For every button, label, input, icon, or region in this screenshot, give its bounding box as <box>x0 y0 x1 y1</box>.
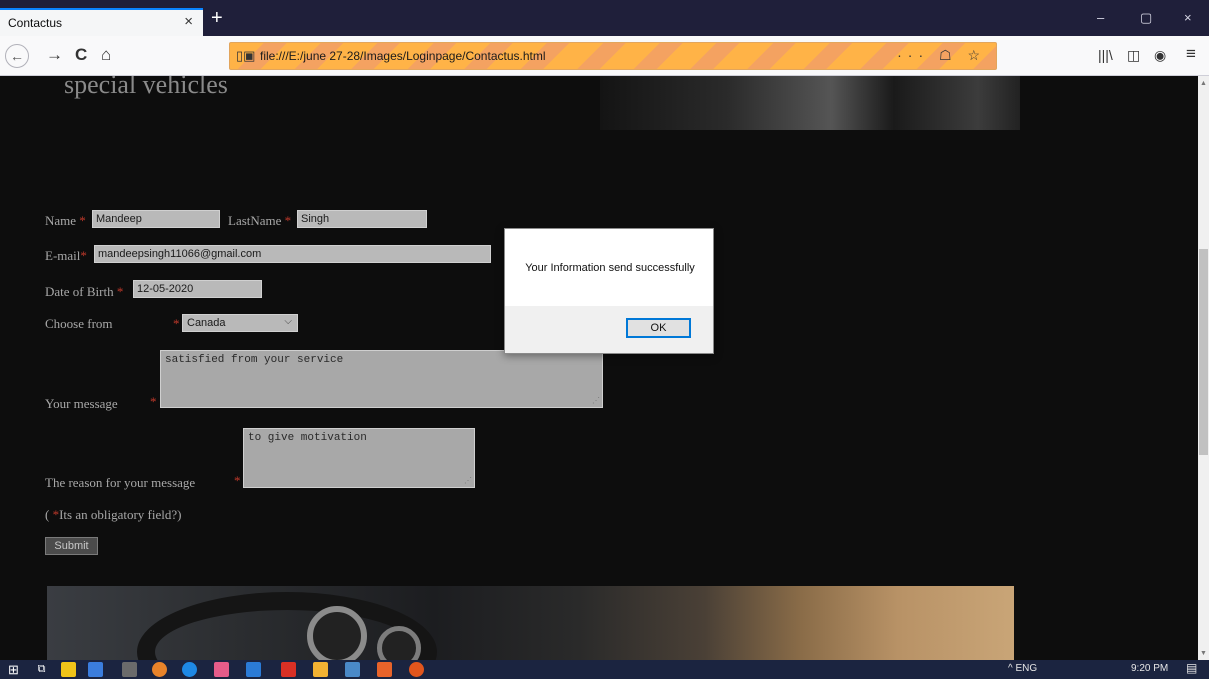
country-value: Canada <box>187 317 226 329</box>
required-mark: * <box>284 213 292 228</box>
maximize-icon[interactable]: ▢ <box>1140 10 1152 26</box>
forward-icon[interactable]: → <box>46 46 63 64</box>
notifications-icon[interactable]: ▤ <box>1186 661 1197 675</box>
url-text: file:///E:/june 27-28/Images/Loginpage/C… <box>260 49 546 63</box>
alert-dialog: Your Information send successfully OK <box>504 228 714 354</box>
app-icon[interactable] <box>214 662 229 677</box>
close-tab-icon[interactable]: × <box>184 13 193 30</box>
last-name-input[interactable]: Singh <box>297 210 427 228</box>
first-name-input[interactable]: Mandeep <box>92 210 220 228</box>
page-info-icon[interactable]: ▯▣ <box>236 48 255 64</box>
email-label: E-mail* <box>45 248 87 263</box>
home-icon[interactable]: ⌂ <box>101 46 111 64</box>
minimize-icon[interactable]: – <box>1097 10 1104 25</box>
car-interior-image <box>47 586 1014 660</box>
page-actions-icon[interactable]: ··· ☖ ☆ <box>897 47 986 64</box>
required-mark: * <box>234 473 241 488</box>
scrollbar-thumb[interactable] <box>1199 249 1208 455</box>
resize-grip-icon[interactable]: ⋰ <box>592 396 600 406</box>
required-mark: * <box>116 284 124 299</box>
app-icon[interactable] <box>281 662 296 677</box>
message-textarea[interactable]: satisfied from your service ⋰ <box>160 350 603 408</box>
submit-button[interactable]: Submit <box>45 537 98 555</box>
dob-label: Date of Birth * <box>45 284 124 299</box>
back-icon[interactable]: ← <box>5 44 29 68</box>
ok-button[interactable]: OK <box>626 318 691 338</box>
chevron-down-icon: ⌵ <box>284 316 292 327</box>
app-icon[interactable] <box>152 662 167 677</box>
country-select[interactable]: Canada ⌵ <box>182 314 298 332</box>
reason-textarea[interactable]: to give motivation ⋰ <box>243 428 475 488</box>
scroll-down-icon[interactable]: ▼ <box>1200 650 1207 657</box>
lastname-label: LastName * <box>228 213 292 228</box>
task-view-icon[interactable]: ⧉ <box>34 662 49 677</box>
library-icon[interactable]: |||\ <box>1098 47 1113 63</box>
app-icon[interactable] <box>88 662 103 677</box>
resize-grip-icon[interactable]: ⋰ <box>464 476 472 486</box>
alert-message: Your Information send successfully <box>525 262 695 274</box>
start-icon[interactable]: ⊞ <box>6 662 21 677</box>
menu-icon[interactable]: ≡ <box>1186 44 1196 64</box>
app-icon[interactable] <box>345 662 360 677</box>
navigation-bar: ← → C ⌂ ▯▣ file:///E:/june 27-28/Images/… <box>0 36 1209 76</box>
required-mark: * <box>80 248 87 263</box>
file-explorer-icon[interactable] <box>313 662 328 677</box>
scroll-up-icon[interactable]: ▲ <box>1200 80 1207 87</box>
edge-icon[interactable] <box>182 662 197 677</box>
app-icon[interactable] <box>377 662 392 677</box>
reload-icon[interactable]: C <box>75 46 87 64</box>
windows-taskbar: ⊞ ⧉ ^ ENG 9:20 PM ▤ <box>0 660 1209 679</box>
sidebar-icon[interactable]: ◫ <box>1127 47 1140 64</box>
account-icon[interactable]: ◉ <box>1154 47 1166 64</box>
tab-contactus[interactable]: Contactus × <box>0 8 203 36</box>
clock[interactable]: 9:20 PM <box>1131 663 1168 674</box>
alert-footer: OK <box>505 306 713 353</box>
dob-input[interactable]: 12-05-2020 <box>133 280 262 298</box>
message-label: Your message <box>45 396 118 411</box>
close-window-icon[interactable]: × <box>1184 10 1192 25</box>
page-heading: special vehicles <box>64 76 228 99</box>
new-tab-icon[interactable]: + <box>211 8 223 28</box>
vscode-icon[interactable] <box>246 662 261 677</box>
obligatory-note: ( *Its an obligatory field?) <box>45 507 182 522</box>
firefox-icon[interactable] <box>409 662 424 677</box>
url-bar[interactable]: ▯▣ file:///E:/june 27-28/Images/Loginpag… <box>229 42 997 70</box>
page-content: special vehicles Name * Mandeep LastName… <box>0 76 1198 660</box>
message-value: satisfied from your service <box>165 354 344 366</box>
required-mark: * <box>173 316 180 331</box>
email-input[interactable]: mandeepsingh11066@gmail.com <box>94 245 491 263</box>
choose-label: Choose from <box>45 316 113 331</box>
tab-strip: Contactus × + – ▢ × <box>0 0 1209 36</box>
reason-label: The reason for your message <box>45 475 196 490</box>
system-tray[interactable]: ^ ENG <box>1008 663 1037 674</box>
required-mark: * <box>150 394 157 409</box>
app-icon[interactable] <box>122 662 137 677</box>
name-label: Name * <box>45 213 86 228</box>
tab-title: Contactus <box>8 16 63 30</box>
reason-value: to give motivation <box>248 432 367 444</box>
required-mark: * <box>79 213 86 228</box>
store-icon[interactable] <box>61 662 76 677</box>
header-image <box>600 76 1020 130</box>
